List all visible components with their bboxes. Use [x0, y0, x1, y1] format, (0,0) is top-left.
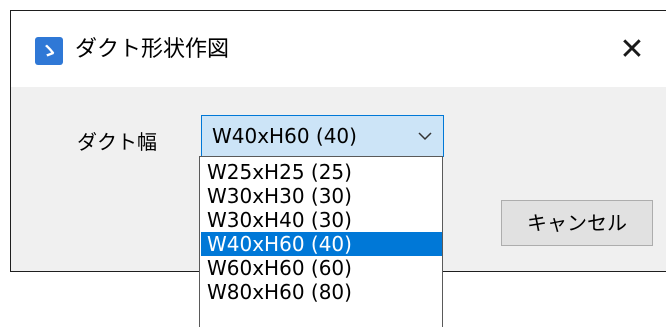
desktop-strip — [0, 0, 666, 10]
dropdown-option[interactable]: W60xH60 (60) — [201, 256, 442, 280]
close-icon: ✕ — [619, 32, 645, 67]
close-button[interactable]: ✕ — [606, 25, 658, 75]
dropdown-option[interactable]: W30xH30 (30) — [201, 184, 442, 208]
dropdown-option[interactable]: W80xH60 (80) — [201, 280, 442, 304]
app-logo-icon: ゝ — [35, 37, 63, 65]
duct-width-select[interactable]: W40xH60 (40) — [201, 115, 444, 157]
window-title: ダクト形状作図 — [75, 37, 230, 62]
duct-width-value: W40xH60 (40) — [212, 124, 357, 148]
chevron-down-icon — [418, 132, 432, 141]
screen: ゝ ダクト形状作図 ✕ ダクト幅 W40xH60 (40) キャンセル W25x… — [0, 0, 666, 327]
dropdown-option[interactable]: W30xH40 (30) — [201, 208, 442, 232]
dropdown-option[interactable]: W25xH25 (25) — [201, 160, 442, 184]
duct-width-label: ダクト幅 — [77, 130, 157, 154]
title-bar[interactable]: ゝ ダクト形状作図 ✕ — [11, 11, 666, 87]
dropdown-option[interactable]: W40xH60 (40) — [201, 232, 442, 256]
cancel-button[interactable]: キャンセル — [501, 200, 653, 246]
duct-width-dropdown-list[interactable]: W25xH25 (25) W30xH30 (30) W30xH40 (30) W… — [199, 156, 443, 327]
